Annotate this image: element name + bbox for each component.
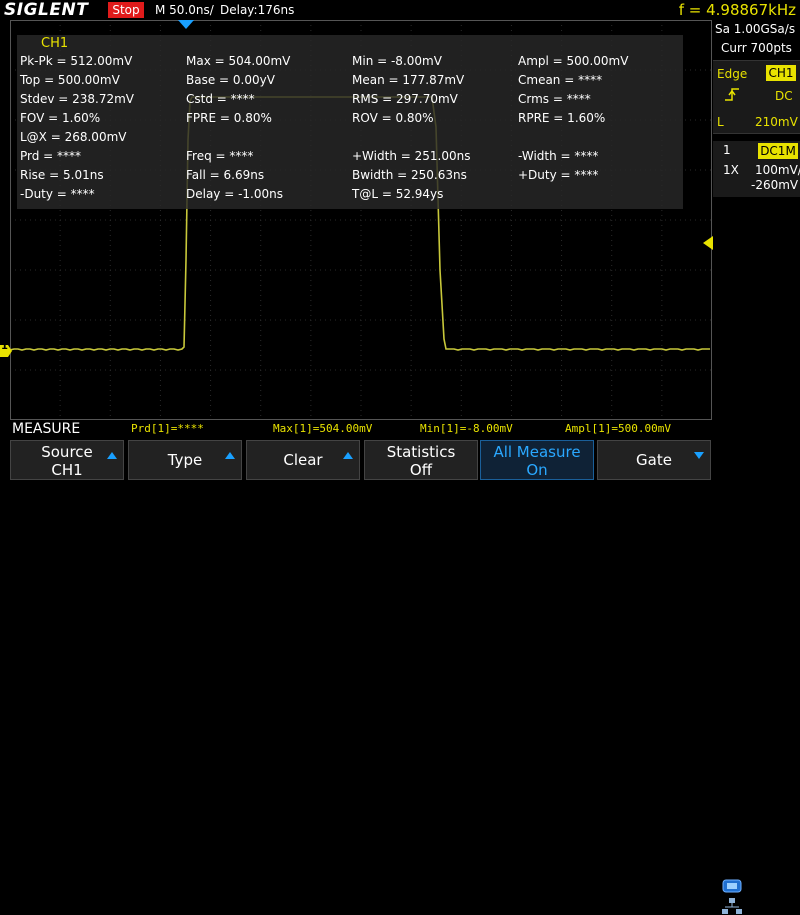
memory-depth: Curr 700pts xyxy=(721,41,792,55)
arrow-down-icon xyxy=(694,452,704,459)
source-button[interactable]: Source CH1 xyxy=(10,440,124,480)
strip-value-min: Min[1]=-8.00mV xyxy=(420,422,513,435)
softkey-label: Statistics xyxy=(386,443,456,461)
frequency-counter: f = 4.98867kHz xyxy=(678,1,796,19)
sample-rate: Sa 1.00GSa/s xyxy=(715,22,796,36)
timebase-readout[interactable]: M 50.0ns/ xyxy=(155,0,214,20)
measurement-cell: Crms = **** xyxy=(518,92,591,106)
measurement-cell: Mean = 177.87mV xyxy=(352,73,465,87)
measurement-cell: Ampl = 500.00mV xyxy=(518,54,629,68)
strip-value-ampl: Ampl[1]=500.00mV xyxy=(565,422,671,435)
clear-button[interactable]: Clear xyxy=(246,440,360,480)
trigger-coupling: DC xyxy=(775,89,793,103)
arrow-up-icon xyxy=(343,452,353,459)
measurement-cell: Top = 500.00mV xyxy=(20,73,120,87)
channel-ground-marker[interactable]: 1 xyxy=(0,341,12,357)
all-measure-panel: CH1 Pk-Pk = 512.00mV Max = 504.00mV Min = … xyxy=(17,35,683,209)
channel-1-info-box[interactable]: 1 DC1M 1X 100mV/ -260mV xyxy=(713,141,800,197)
probe-attenuation: 1X xyxy=(723,163,739,177)
softkey-label: All Measure xyxy=(493,443,581,461)
top-status-bar: SIGLENT Stop M 50.0ns/ Delay:176ns f = 4… xyxy=(0,0,800,20)
softkey-value: CH1 xyxy=(51,461,83,479)
measurement-cell: Cstd = **** xyxy=(186,92,255,106)
trigger-level-label: L xyxy=(717,115,724,129)
measurement-cell: L@X = 268.00mV xyxy=(20,130,127,144)
rising-edge-icon xyxy=(725,88,739,101)
measurement-cell: Fall = 6.69ns xyxy=(186,168,265,182)
measurement-cell: -Duty = **** xyxy=(20,187,95,201)
measurement-cell: ROV = 0.80% xyxy=(352,111,434,125)
trigger-source-badge: CH1 xyxy=(766,65,796,81)
measurement-cell: Pk-Pk = 512.00mV xyxy=(20,54,133,68)
measurement-cell: Prd = **** xyxy=(20,149,82,163)
measurement-cell: +Width = 251.00ns xyxy=(352,149,471,163)
brand-logo: SIGLENT xyxy=(4,0,89,20)
trigger-level-marker[interactable] xyxy=(703,236,713,250)
measure-panel-title: CH1 xyxy=(41,36,69,51)
vertical-offset: -260mV xyxy=(751,178,799,192)
statistics-button[interactable]: Statistics Off xyxy=(364,440,478,480)
arrow-up-icon xyxy=(107,452,117,459)
arrow-up-icon xyxy=(225,452,235,459)
softkey-value: Off xyxy=(409,461,433,479)
run-status-badge[interactable]: Stop xyxy=(108,2,144,18)
trigger-position-marker[interactable] xyxy=(178,20,194,30)
measurement-cell: -Width = **** xyxy=(518,149,599,163)
usb-device-icon xyxy=(722,879,742,893)
softkey-value: On xyxy=(526,461,548,479)
network-icon xyxy=(722,898,742,914)
vertical-scale: 100mV/ xyxy=(755,163,800,177)
trigger-info-box[interactable]: Edge CH1 DC L 210mV xyxy=(713,60,800,134)
delay-readout[interactable]: Delay:176ns xyxy=(220,0,294,20)
measurement-cell: FPRE = 0.80% xyxy=(186,111,272,125)
measurement-cell: Max = 504.00mV xyxy=(186,54,291,68)
strip-value-max: Max[1]=504.00mV xyxy=(273,422,373,435)
measurement-cell: Delay = -1.00ns xyxy=(186,187,284,201)
strip-value-prd: Prd[1]=**** xyxy=(131,422,204,435)
channel-number: 1 xyxy=(723,143,731,157)
trigger-mode: Edge xyxy=(717,67,748,81)
trigger-level-value: 210mV xyxy=(755,115,798,129)
measurement-cell: Stdev = 238.72mV xyxy=(20,92,134,106)
measurement-cell: +Duty = **** xyxy=(518,168,599,182)
measurement-cell: RMS = 297.70mV xyxy=(352,92,458,106)
type-button[interactable]: Type xyxy=(128,440,242,480)
gate-button[interactable]: Gate xyxy=(597,440,711,480)
softkey-bar: Source CH1 Type Clear Statistics Off All… xyxy=(0,438,800,914)
measurement-cell: Bwidth = 250.63ns xyxy=(352,168,467,182)
menu-title: MEASURE xyxy=(12,421,81,437)
measurement-strip: MEASURE Prd[1]=**** Max[1]=504.00mV Min[… xyxy=(0,420,800,438)
measurement-cell: FOV = 1.60% xyxy=(20,111,101,125)
measurement-cell: Freq = **** xyxy=(186,149,254,163)
measurement-cell: Min = -8.00mV xyxy=(352,54,442,68)
channel-ground-marker-label: 1 xyxy=(1,341,8,352)
all-measure-button[interactable]: All Measure On xyxy=(480,440,594,480)
measurement-cell: T@L = 52.94ys xyxy=(352,187,444,201)
measurement-cell: Cmean = **** xyxy=(518,73,603,87)
channel-coupling-badge: DC1M xyxy=(758,143,798,159)
measurement-cell: RPRE = 1.60% xyxy=(518,111,606,125)
right-info-panel: Sa 1.00GSa/s Curr 700pts Edge CH1 DC L 2… xyxy=(713,20,800,420)
measurement-cell: Rise = 5.01ns xyxy=(20,168,104,182)
measurement-cell: Base = 0.00yV xyxy=(186,73,275,87)
